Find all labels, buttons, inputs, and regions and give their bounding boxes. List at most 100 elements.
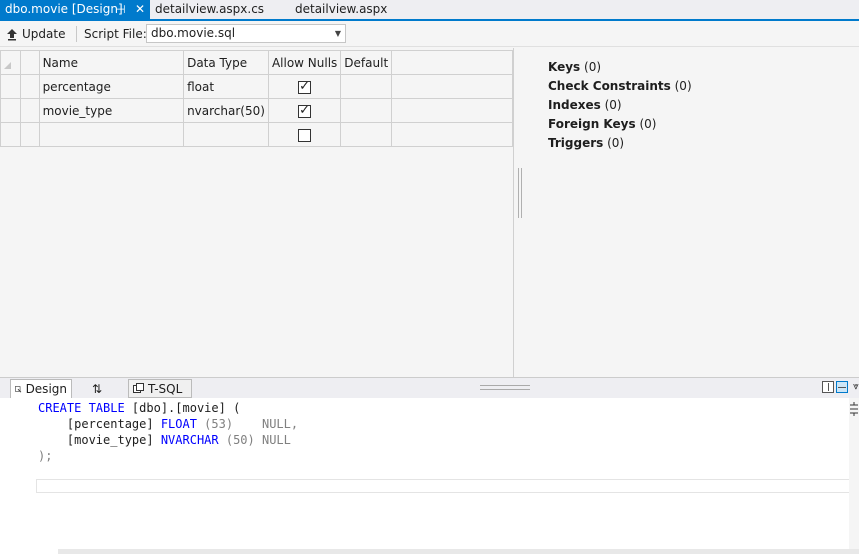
sql-column: [movie_type] — [38, 433, 161, 447]
table-row[interactable]: percentage float — [0, 74, 513, 99]
vertical-scrollbar[interactable] — [849, 398, 859, 554]
key-indicator-header — [19, 50, 40, 75]
pin-icon[interactable]: ⊣ — [116, 0, 126, 19]
tab-tsql-label: T-SQL — [148, 381, 183, 396]
prop-indexes[interactable]: Indexes (0) — [548, 96, 692, 115]
swap-arrows-icon: ⇅ — [92, 381, 103, 396]
key-indicator — [19, 74, 40, 99]
cell-default[interactable] — [340, 98, 393, 123]
table-header-row: Name Data Type Allow Nulls Default — [0, 50, 513, 75]
prop-keys-label: Keys — [548, 60, 581, 74]
sql-line-4: ); — [38, 448, 298, 464]
cell-name[interactable]: movie_type — [38, 98, 185, 123]
cell-data-type[interactable]: nvarchar(50) — [183, 98, 269, 123]
current-line-highlight — [36, 479, 850, 493]
header-filler — [391, 50, 513, 75]
table-row[interactable]: movie_type nvarchar(50) — [0, 98, 513, 123]
prop-check-constraints[interactable]: Check Constraints (0) — [548, 77, 692, 96]
prop-triggers[interactable]: Triggers (0) — [548, 134, 692, 153]
upload-arrow-icon — [7, 28, 17, 40]
cell-filler — [391, 98, 513, 123]
sql-null: NULL, — [233, 417, 299, 431]
cell-name[interactable] — [38, 122, 185, 147]
document-tab-strip: dbo.movie [Design] ⊣ ✕ detailview.aspx.c… — [0, 0, 859, 21]
cell-default[interactable] — [340, 74, 393, 99]
script-file-value: dbo.movie.sql — [151, 26, 236, 40]
cell-data-type[interactable] — [183, 122, 269, 147]
prop-keys[interactable]: Keys (0) — [548, 58, 692, 77]
cell-allow-nulls[interactable] — [267, 98, 342, 123]
table-row-new[interactable] — [0, 122, 513, 147]
scrollbar-thumb[interactable] — [0, 549, 58, 554]
prop-foreign-keys-count: (0) — [639, 117, 657, 131]
update-label: Update — [22, 27, 66, 41]
sql-size: (50) — [218, 433, 255, 447]
corner-triangle-icon — [4, 61, 11, 69]
toolbar-separator — [76, 26, 77, 42]
prop-triggers-count: (0) — [607, 136, 625, 150]
columns-table: Name Data Type Allow Nulls Default perce… — [0, 50, 513, 147]
row-selector-corner[interactable] — [0, 50, 21, 75]
prop-triggers-label: Triggers — [548, 136, 604, 150]
update-button[interactable]: Update — [6, 25, 65, 43]
vertical-split-button[interactable] — [822, 381, 834, 393]
sql-column: [percentage] — [38, 417, 161, 431]
header-data-type[interactable]: Data Type — [183, 50, 269, 75]
tab-detailview-aspx-cs[interactable]: detailview.aspx.cs — [150, 0, 269, 19]
sql-type: FLOAT — [160, 417, 197, 431]
header-default[interactable]: Default — [340, 50, 393, 75]
allow-nulls-checkbox[interactable] — [298, 79, 312, 94]
dropdown-arrow-icon: ▼ — [334, 29, 341, 38]
cell-name[interactable]: percentage — [38, 74, 185, 99]
bottom-tab-bar: Design ⇅ T-SQL ⩔ — [0, 377, 859, 398]
column-grid-pane: Name Data Type Allow Nulls Default perce… — [0, 48, 514, 377]
tab-tsql[interactable]: T-SQL — [128, 379, 192, 398]
sql-line-2: [percentage] FLOAT (53) NULL, — [38, 416, 298, 432]
row-selector[interactable] — [0, 74, 21, 99]
prop-foreign-keys[interactable]: Foreign Keys (0) — [548, 115, 692, 134]
pane-layout-buttons: ⩔ — [822, 381, 859, 393]
row-selector[interactable] — [0, 122, 21, 147]
tab-label: dbo.movie [Design] — [5, 2, 123, 16]
script-file-label: Script File: — [84, 27, 147, 41]
script-file-dropdown[interactable]: dbo.movie.sql ▼ — [146, 24, 346, 43]
collapse-pane-chevron-icon[interactable]: ⩔ — [850, 381, 859, 393]
split-editor-icon[interactable] — [849, 402, 859, 419]
prop-check-constraints-label: Check Constraints — [548, 79, 671, 93]
sql-type: NVARCHAR — [160, 433, 219, 447]
swap-panes-button[interactable]: ⇅ — [88, 379, 112, 398]
sql-line-1: CREATE TABLE [dbo].[movie] ( — [38, 400, 298, 416]
header-allow-nulls[interactable]: Allow Nulls — [267, 50, 342, 75]
prop-indexes-count: (0) — [604, 98, 622, 112]
close-icon[interactable]: ✕ — [135, 0, 145, 19]
sql-line-3: [movie_type] NVARCHAR (50) NULL — [38, 432, 298, 448]
prop-keys-count: (0) — [584, 60, 602, 74]
sql-null: NULL — [254, 433, 291, 447]
allow-nulls-checkbox[interactable] — [298, 103, 312, 118]
horizontal-split-button[interactable] — [836, 381, 848, 393]
key-indicator — [19, 122, 40, 147]
pane-resize-grip[interactable] — [480, 385, 530, 390]
cell-default[interactable] — [340, 122, 393, 147]
sql-close: ); — [38, 449, 53, 463]
tab-detailview-aspx[interactable]: detailview.aspx — [290, 0, 392, 19]
tab-design-label: Design — [25, 382, 67, 396]
sql-text: [dbo].[movie] ( — [124, 401, 241, 415]
horizontal-scrollbar[interactable] — [0, 549, 859, 554]
sql-code: CREATE TABLE [dbo].[movie] ( [percentage… — [38, 400, 298, 464]
designer-toolbar: Update Script File: dbo.movie.sql ▼ — [0, 21, 859, 47]
allow-nulls-checkbox[interactable] — [298, 128, 312, 142]
tab-dbo-movie-design[interactable]: dbo.movie [Design] ⊣ ✕ — [0, 0, 150, 19]
cell-filler — [391, 122, 513, 147]
design-icon — [15, 385, 22, 393]
tsql-editor[interactable]: CREATE TABLE [dbo].[movie] ( [percentage… — [0, 398, 859, 554]
header-name[interactable]: Name — [38, 50, 185, 75]
cell-data-type[interactable]: float — [183, 74, 269, 99]
cell-allow-nulls[interactable] — [267, 122, 342, 147]
row-selector[interactable] — [0, 98, 21, 123]
cell-allow-nulls[interactable] — [267, 74, 342, 99]
tsql-icon — [133, 383, 144, 393]
table-properties-pane: Keys (0) Check Constraints (0) Indexes (… — [548, 58, 692, 153]
tab-design[interactable]: Design — [10, 379, 72, 398]
pane-splitter-handle[interactable] — [518, 168, 522, 218]
